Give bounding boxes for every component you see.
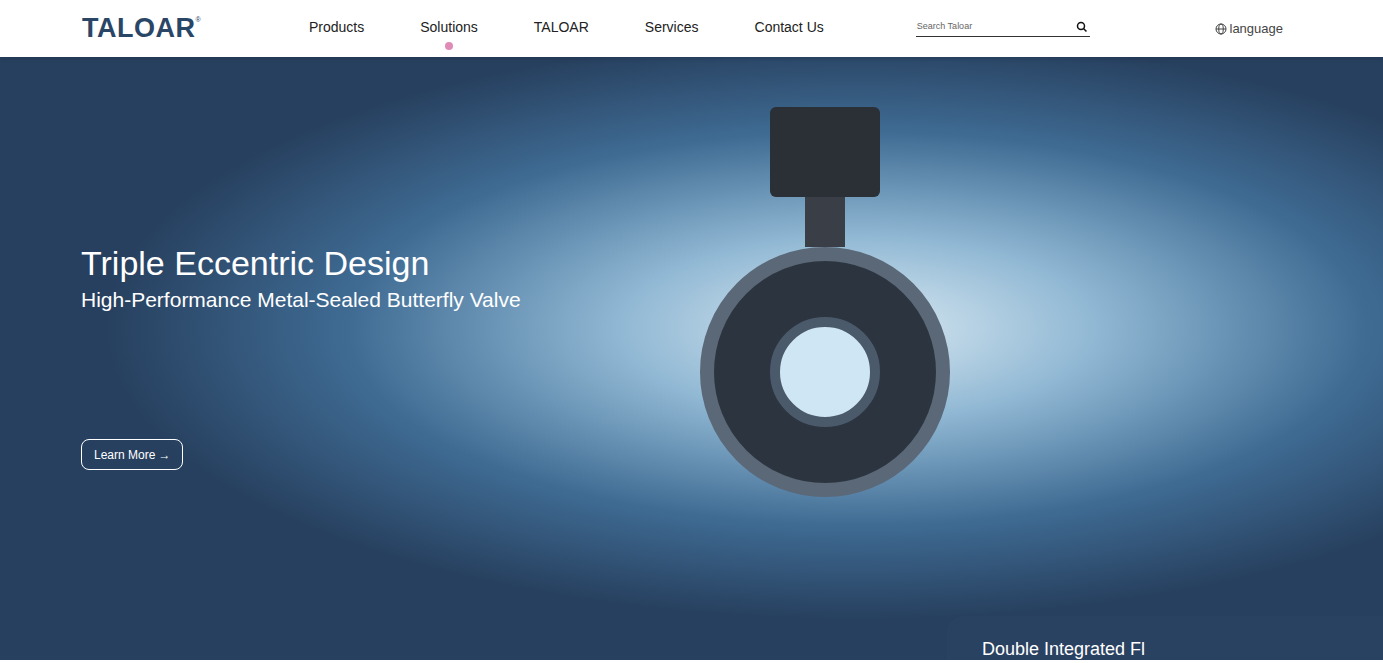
globe-icon [1215, 23, 1227, 35]
active-dot [785, 42, 793, 50]
nav-item[interactable]: Products [309, 7, 364, 50]
product-card[interactable]: Double Integrated Fl [947, 616, 1383, 660]
active-dot [445, 42, 453, 50]
active-dot [333, 42, 341, 50]
nav-item[interactable]: Contact Us [755, 7, 824, 50]
page-bottom [0, 660, 1383, 663]
main-nav: Products Solutions TALOAR Services Contact U… [309, 7, 824, 50]
active-dot [557, 42, 565, 50]
page: TALOAR® Products Solutions TALOAR Services Co… [0, 0, 1383, 663]
valve-photo [700, 57, 950, 660]
logo[interactable]: TALOAR® [82, 15, 272, 42]
learn-more-button[interactable]: Learn More→ [81, 439, 183, 470]
language-switch[interactable]: language [1215, 19, 1284, 39]
hero-banner: Triple Eccentric DesignHigh-Performance … [0, 57, 1383, 660]
nav-item[interactable]: TALOAR [534, 7, 589, 50]
search-field[interactable]: Search Taloar [916, 20, 1090, 38]
hero-text: Triple Eccentric DesignHigh-Performance … [0, 57, 640, 660]
active-dot [668, 42, 676, 50]
search-icon[interactable] [1076, 21, 1088, 33]
nav-item[interactable]: Services [645, 7, 699, 50]
nav-item[interactable]: Solutions [420, 7, 478, 50]
site-header: TALOAR® Products Solutions TALOAR Services Co… [0, 0, 1383, 57]
